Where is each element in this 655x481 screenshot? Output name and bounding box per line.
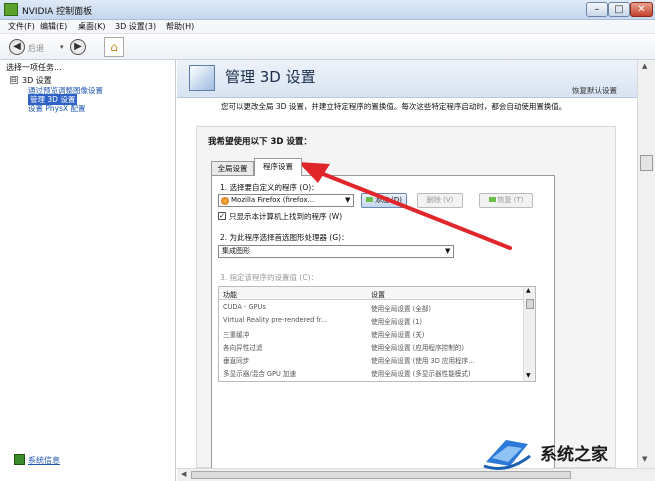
collapse-icon[interactable]: ⊟: [10, 76, 18, 84]
forward-arrow-icon[interactable]: ▶: [70, 39, 86, 55]
main-pane: 管理 3D 设置 恢复默认设置 您可以更改全局 3D 设置，并建立特定程序的置换…: [177, 60, 655, 481]
column-header-feature: 功能: [223, 291, 237, 299]
feature-table: 功能 设置 CUDA - GPUs 使用全局设置 (全部) Virtual Re…: [218, 286, 536, 382]
add-icon: [365, 197, 373, 202]
system-info-icon: [14, 454, 25, 465]
page-banner: 管理 3D 设置 恢复默认设置: [177, 60, 637, 98]
table-row-setting[interactable]: 使用全局设置 (1): [371, 316, 422, 326]
add-label: 添加 (D): [374, 196, 403, 204]
gpu-select-value: 集成图形: [222, 247, 250, 255]
back-label[interactable]: 后退: [28, 43, 44, 54]
menu-file[interactable]: 文件(F): [8, 21, 35, 32]
maximize-button[interactable]: □: [608, 2, 630, 17]
remove-program-button[interactable]: 删除 (V): [417, 193, 463, 208]
nvidia-logo-icon: [4, 3, 18, 16]
page-title: 管理 3D 设置: [225, 68, 316, 86]
3d-settings-icon: [189, 65, 215, 91]
reset-program-button[interactable]: 恢复 (T): [479, 193, 533, 208]
reset-icon: [488, 197, 496, 202]
table-row-feature[interactable]: 三重缓冲: [223, 329, 249, 339]
table-row-setting[interactable]: 使用全局设置 (关): [371, 329, 424, 339]
table-scroll-thumb[interactable]: [526, 299, 534, 309]
scroll-down-icon[interactable]: ▼: [526, 372, 531, 379]
program-select[interactable]: Mozilla Firefox (firefox... ▼: [218, 194, 354, 207]
section-heading: 我希望使用以下 3D 设置：: [208, 137, 312, 147]
menu-edit[interactable]: 编辑(E): [40, 21, 67, 32]
table-row-setting[interactable]: 使用全局设置 (全部): [371, 303, 431, 313]
add-program-button[interactable]: 添加 (D): [361, 193, 407, 208]
chevron-down-icon[interactable]: ▼: [445, 246, 450, 257]
task-pane: 选择一项任务... ⊟ 3D 设置 通过预览调整图像设置 管理 3D 设置 设置…: [0, 60, 176, 481]
table-row-setting[interactable]: 使用全局设置 (使用 3D 应用程序...: [371, 355, 475, 365]
table-row-setting[interactable]: 使用全局设置 (应用程序控制的): [371, 342, 464, 352]
table-row-setting[interactable]: 使用全局设置 (多显示器性能模式): [371, 368, 471, 378]
table-row-feature[interactable]: Virtual Reality pre-rendered fr...: [223, 316, 327, 324]
watermark-text: 系统之家: [540, 445, 608, 465]
firefox-icon: [221, 197, 229, 205]
scroll-up-icon[interactable]: ▲: [526, 287, 531, 294]
table-row-feature[interactable]: 多显示器/混合 GPU 加速: [223, 368, 296, 378]
back-arrow-icon[interactable]: ◀: [9, 39, 25, 55]
step2-label: 2. 为此程序选择首选图形处理器 (G)：: [220, 233, 349, 242]
menu-desktop[interactable]: 桌面(K): [78, 21, 106, 32]
scroll-left-icon[interactable]: ◀: [181, 470, 186, 478]
program-settings-panel: 1. 选择要自定义的程序 (O)： Mozilla Firefox (firef…: [211, 175, 555, 469]
table-header: 功能 设置: [219, 287, 523, 300]
program-select-value: Mozilla Firefox (firefox...: [231, 196, 315, 204]
menu-3d-settings[interactable]: 3D 设置(3): [115, 21, 156, 32]
home-icon[interactable]: ⌂: [104, 37, 124, 57]
task-header: 选择一项任务...: [6, 63, 62, 72]
back-dropdown-icon[interactable]: ▾: [60, 43, 64, 51]
table-row-feature[interactable]: 各向异性过滤: [223, 342, 263, 352]
scroll-up-icon[interactable]: ▲: [642, 62, 647, 70]
step1-label: 1. 选择要自定义的程序 (O)：: [220, 183, 319, 192]
table-scrollbar[interactable]: ▲ ▼: [523, 287, 535, 381]
vertical-scroll-thumb[interactable]: [640, 155, 653, 171]
show-found-programs-checkbox[interactable]: ✓: [218, 212, 226, 220]
tab-global-settings[interactable]: 全局设置: [211, 161, 254, 176]
watermark: 系统之家: [482, 432, 652, 474]
column-header-setting: 设置: [371, 291, 385, 299]
close-button[interactable]: ✕: [630, 2, 653, 17]
page-description: 您可以更改全局 3D 设置，并建立特定程序的置换值。每次这些特定程序启动时，都会…: [221, 102, 567, 111]
tree-item-physx[interactable]: 设置 PhysX 配置: [28, 103, 86, 114]
menu-help[interactable]: 帮助(H): [166, 21, 194, 32]
window-title: NVIDIA 控制面板: [22, 7, 93, 17]
gpu-select[interactable]: 集成图形 ▼: [218, 245, 454, 258]
menu-bar: 文件(F) 编辑(E) 桌面(K) 3D 设置(3) 帮助(H): [0, 20, 655, 34]
show-found-programs-label: 只显示本计算机上找到的程序 (W): [229, 212, 343, 221]
title-bar: NVIDIA 控制面板 – □ ✕: [0, 0, 655, 20]
minimize-button[interactable]: –: [586, 2, 608, 17]
system-info-link[interactable]: 系统信息: [28, 455, 60, 466]
chevron-down-icon[interactable]: ▼: [345, 195, 350, 206]
table-row-feature[interactable]: CUDA - GPUs: [223, 303, 266, 311]
reset-label: 恢复 (T): [497, 196, 524, 204]
settings-panel: 我希望使用以下 3D 设置： 全局设置 程序设置 1. 选择要自定义的程序 (O…: [196, 126, 616, 469]
step3-label: 3. 指定该程序的设置值 (C)：: [220, 273, 319, 282]
tab-program-settings[interactable]: 程序设置: [254, 158, 302, 176]
table-row-feature[interactable]: 垂直同步: [223, 355, 249, 365]
tree-root-label: 3D 设置: [22, 76, 52, 85]
restore-defaults-link[interactable]: 恢复默认设置: [572, 85, 617, 96]
remove-label: 删除 (V): [426, 196, 454, 204]
watermark-logo-icon: [483, 440, 531, 470]
toolbar: ◀ 后退 ▾ ▶ ⌂: [0, 34, 655, 60]
vertical-scrollbar[interactable]: ▲ ▼: [637, 60, 655, 468]
